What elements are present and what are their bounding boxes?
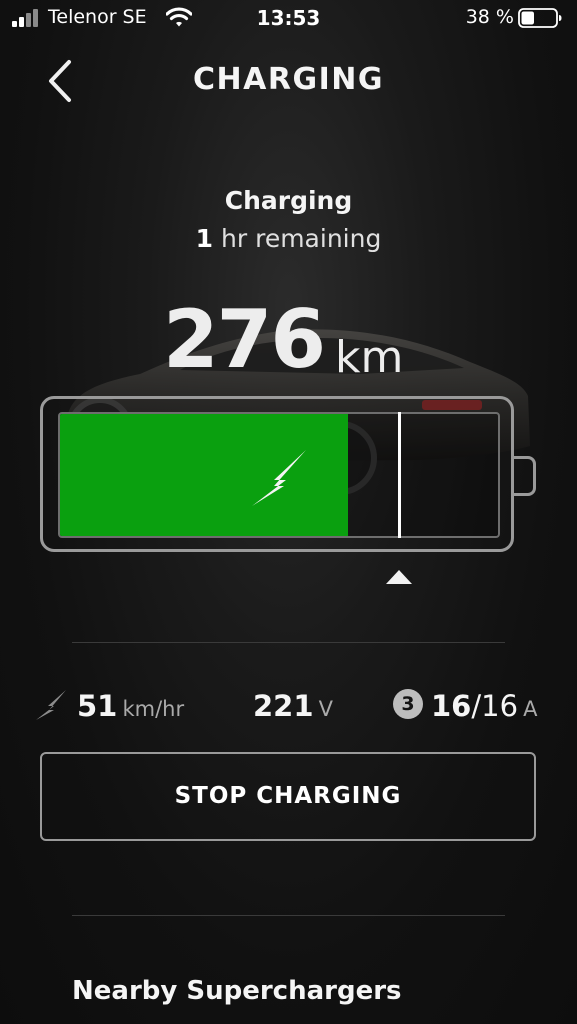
charge-rate-value: 51 [77,689,118,723]
voltage-value: 221 [253,689,314,723]
charge-rate: 51 km/hr [77,686,184,726]
nearby-superchargers-title: Nearby Superchargers [72,976,402,1006]
divider [72,642,505,643]
phase-count-badge: 3 [393,689,423,719]
current-unit: A [523,697,538,721]
status-bar: Telenor SE 13:53 38 % [0,0,577,38]
range-value: 276 [163,293,326,386]
charge-limit-handle[interactable] [384,568,414,586]
charge-rate-icon [36,690,66,720]
lightning-bolt-icon [252,450,306,506]
current-max: /16 [471,689,519,723]
charging-state-label: Charging [224,186,353,215]
range-unit: km [335,332,404,383]
charge-rate-unit: km/hr [122,697,185,721]
page-title: CHARGING [193,62,384,97]
stop-charging-button[interactable]: STOP CHARGING [40,752,536,841]
charge-voltage: 221 V [253,686,333,726]
voltage-unit: V [318,697,334,721]
divider [72,915,505,916]
charge-current: 16/16 A [431,686,538,726]
time-remaining-number: 1 [195,224,214,253]
time-remaining: 1 hr remaining [0,224,577,253]
status-battery-icon [518,8,562,28]
time-remaining-text: hr remaining [213,224,382,253]
charge-limit-marker [398,412,401,538]
battery-percent: 38 % [465,6,514,28]
current-value: 16 [431,689,472,723]
battery-terminal [514,456,536,496]
